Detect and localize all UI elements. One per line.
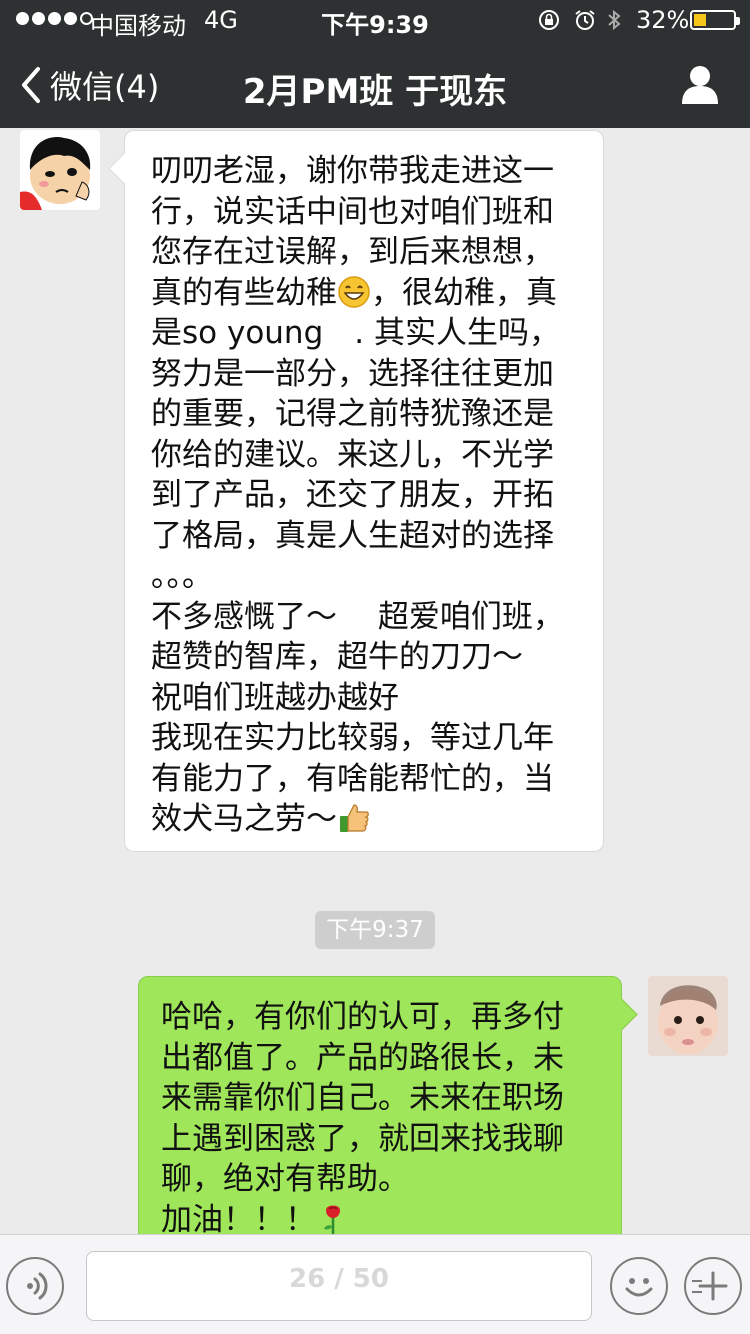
message-line: 了格局，真是人生超对的选择 [151,517,554,554]
message-line: 是so young . 其实人生吗， [151,315,560,351]
back-button[interactable]: 微信(4) [18,62,159,108]
back-label: 微信(4) [50,68,160,106]
voice-button[interactable] [6,1257,64,1315]
message-line: 有能力了，有啥能帮忙的，当 [151,760,554,797]
message-line: 到了产品，还交了朋友，开拓 [151,477,554,513]
rotation-lock-icon [539,10,559,30]
smiley-icon [625,1278,653,1297]
message-line-with-emoji: 真的有些幼稚 ，很幼稚，真 [151,273,577,314]
status-bar: 中国移动 4G 下午9:39 32% [0,0,750,40]
my-avatar[interactable] [648,976,728,1056]
message-line: 我现在实力比较弱，等过几年 [151,720,554,756]
sender-avatar[interactable] [20,130,100,210]
message-line-with-emoji: 效犬马之劳～ [151,799,577,840]
message-line: 来需靠你们自己。未来在职场 [161,1080,564,1116]
input-bar [0,1234,750,1334]
message-input[interactable] [86,1251,592,1321]
message-text: 加油！！！ [161,1201,316,1238]
battery-percent: 32% [636,6,690,34]
incoming-message-bubble[interactable]: 叨叨老湿，谢你带我走进这一 行，说实话中间也对咱们班和 您存在过误解，到后来想想… [124,130,604,852]
message-line: 叨叨老湿，谢你带我走进这一 [151,153,554,189]
message-line: 哈哈，有你们的认可，再多付 [161,999,564,1035]
grin-emoji-icon [338,275,370,308]
message-line: 的重要，记得之前特犹豫还是 [151,396,554,432]
message-line: 您存在过误解，到后来想想， [151,234,554,270]
message-line: 。。。 [151,558,213,594]
rose-emoji-icon [324,1205,340,1235]
message-line: 聊，绝对有帮助。 [161,1161,409,1197]
bluetooth-icon [608,9,621,31]
message-line: 行，说实话中间也对咱们班和 [151,193,554,230]
message-line: 努力是一部分，选择往往更加 [151,355,554,392]
message-line: 你给的建议。来这儿，不光学 [151,436,554,473]
cartoon-avatar-icon [20,130,100,210]
more-button[interactable] [684,1257,742,1315]
message-line: 祝咱们班越办越好 [151,679,399,716]
message-timestamp: 下午9:37 [315,911,435,949]
message-text: ，很幼稚，真 [371,274,557,311]
outgoing-message-bubble[interactable]: 哈哈，有你们的认可，再多付 出都值了。产品的路很长，未 来需靠你们自己。未来在职… [138,976,622,1256]
baby-photo-avatar-icon [648,976,728,1056]
top-bar: 中国移动 4G 下午9:39 32% 微信(4) 2月PM班 于现东 [0,0,750,128]
message-line: 上遇到困惑了，就回来找我聊 [161,1120,564,1157]
alarm-icon [575,10,595,30]
plus-icon [692,1271,728,1301]
battery-icon [690,10,740,30]
message-text: 真的有些幼稚 [151,274,337,311]
voice-icon [27,1272,48,1300]
message-line: 超赞的智库，超牛的刀刀～ [151,639,523,675]
thumbs-up-emoji-icon [340,804,369,832]
chevron-left-icon [22,67,40,103]
message-line: 出都值了。产品的路很长，未 [161,1039,564,1076]
emoji-button[interactable] [610,1257,668,1315]
profile-icon[interactable] [680,64,720,104]
message-line: 不多感慨了～ 超爱咱们班， [151,598,564,635]
message-text: 效犬马之劳～ [151,801,337,837]
